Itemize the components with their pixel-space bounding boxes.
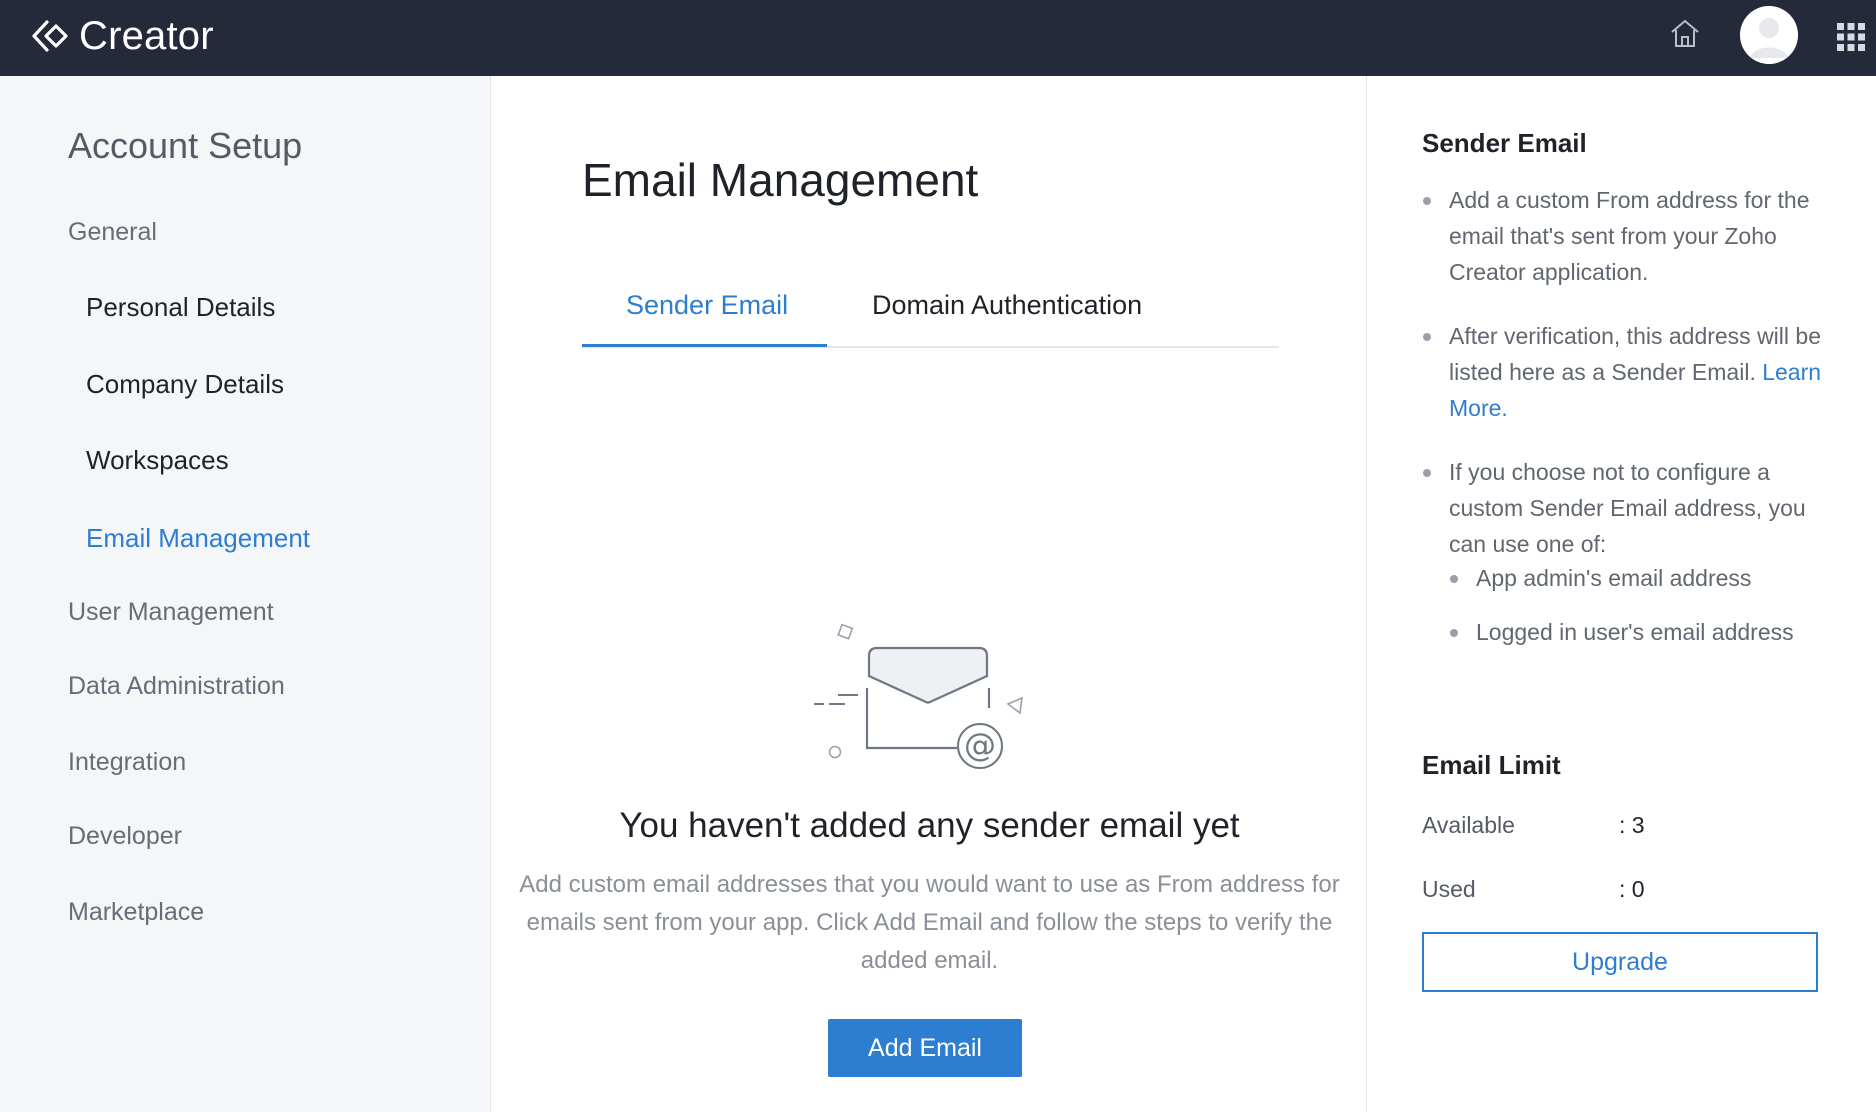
available-label: Available [1422,812,1515,838]
sidebar: Account Setup General Personal Details C… [0,76,491,1112]
sidebar-item-company-details[interactable]: Company Details [86,368,284,400]
help-sub-bullet-1: App admin's email address [1449,560,1751,596]
sidebar-heading: Account Setup [68,125,303,166]
add-email-button[interactable]: Add Email [828,1019,1022,1077]
email-limit-heading: Email Limit [1422,750,1561,780]
help-panel: Sender Email Add a custom From address f… [1368,76,1876,1112]
used-label: Used [1422,876,1476,902]
empty-email-illustration: @ [814,623,1023,769]
sidebar-item-integration[interactable]: Integration [68,746,186,778]
sidebar-item-personal-details[interactable]: Personal Details [86,291,275,323]
empty-state-description: Add custom email addresses that you woul… [519,871,1340,974]
help-bullet-2: After verification, this address will be… [1422,318,1842,426]
svg-text:@: @ [964,726,996,764]
used-value: : 0 [1619,876,1645,902]
sidebar-item-user-management[interactable]: User Management [68,596,274,628]
help-bullet-3: If you choose not to configure a custom … [1422,454,1842,562]
page-title: Email Management [582,154,979,206]
main-content: Email Management Sender Email Domain Aut… [492,76,1367,1112]
sidebar-item-workspaces[interactable]: Workspaces [86,444,229,476]
available-value: : 3 [1619,812,1645,838]
top-bar: Creator [0,0,1876,76]
sidebar-item-general[interactable]: General [68,216,157,248]
empty-state-title: You haven't added any sender email yet [619,806,1240,845]
sidebar-item-email-management[interactable]: Email Management [86,522,310,554]
home-icon[interactable] [1668,16,1702,50]
creator-logo-icon[interactable] [28,16,68,56]
user-avatar[interactable] [1740,6,1798,64]
sidebar-item-data-administration[interactable]: Data Administration [68,670,285,702]
bullet-icon [1450,629,1458,637]
help-sub-bullet-2: Logged in user's email address [1449,614,1794,650]
active-tab-indicator [582,344,827,347]
apps-grid-icon[interactable] [1836,22,1866,52]
sidebar-item-marketplace[interactable]: Marketplace [68,896,204,928]
sender-email-heading: Sender Email [1422,128,1587,158]
sidebar-item-developer[interactable]: Developer [68,820,182,852]
bullet-icon [1423,469,1431,477]
bullet-icon [1450,575,1458,583]
help-bullet-1: Add a custom From address for the email … [1422,182,1842,290]
tab-domain-authentication[interactable]: Domain Authentication [872,288,1142,322]
app-name[interactable]: Creator [79,12,214,60]
bullet-icon [1423,197,1431,205]
upgrade-button[interactable]: Upgrade [1422,932,1818,992]
avatar-silhouette-icon [1740,6,1798,64]
bullet-icon [1423,333,1431,341]
tab-sender-email[interactable]: Sender Email [626,288,788,322]
